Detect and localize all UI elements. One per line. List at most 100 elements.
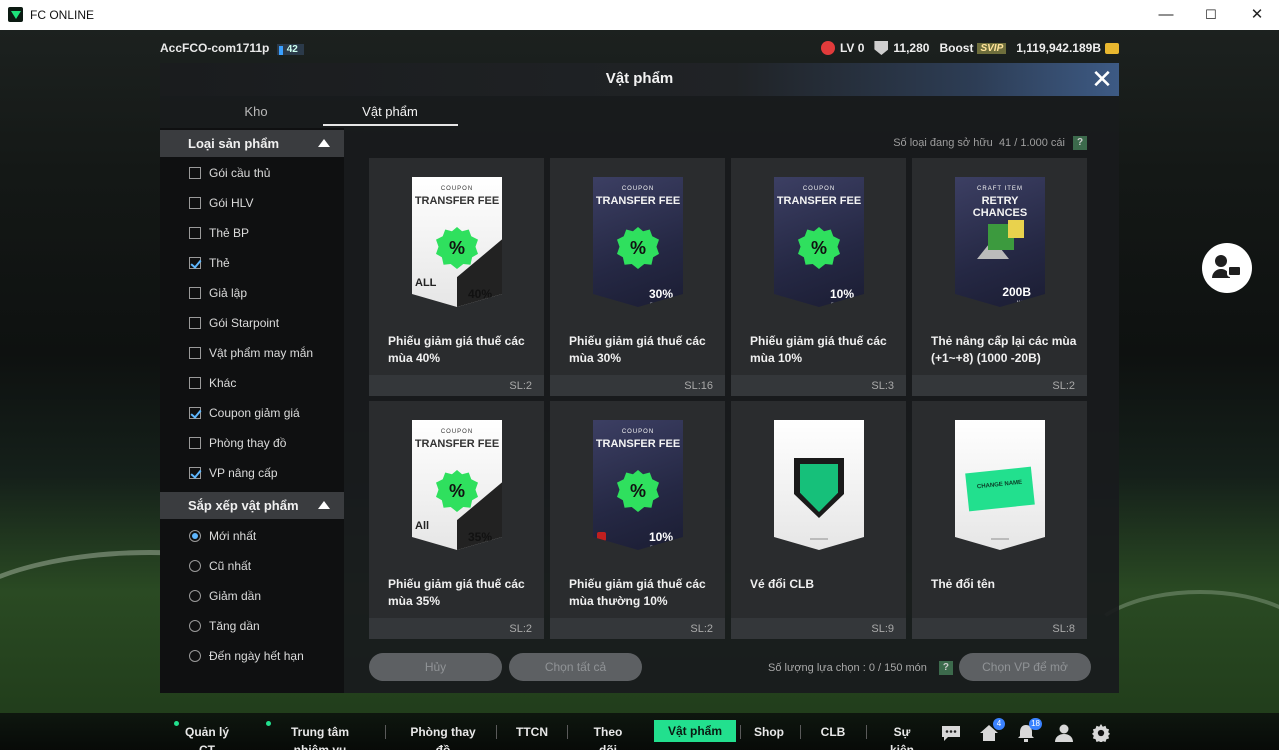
item-card[interactable]: COUPON TRANSFER FEE% ALL 40% BONUS Phiếu giảm… [369, 158, 544, 396]
item-quantity: SL:2 [369, 375, 544, 396]
nav-theo-doi[interactable]: Theo dõi [584, 723, 632, 750]
svip-badge: SVIP [977, 42, 1007, 54]
tab-kho[interactable]: Kho [189, 104, 323, 119]
coupon-badge-icon: % [436, 470, 478, 512]
nav-quan-ly-ct[interactable]: Quản lý CT [174, 721, 234, 750]
item-artwork: COUPON TRANSFER FEE% All 35% BONUS [412, 420, 502, 550]
owned-count: Số loại đang sở hữu 41 / 1.000 cái ? [893, 136, 1087, 150]
retry-icon [988, 220, 1024, 250]
help-icon[interactable]: ? [1073, 136, 1087, 150]
item-name: Thẻ nâng cấp lại các mùa (+1~+8) (1000 -… [931, 334, 1077, 365]
type-filter-header[interactable]: Loại sản phẩm [160, 130, 344, 157]
type-filter-option[interactable]: Thẻ [189, 255, 230, 271]
radio-button[interactable] [189, 620, 201, 632]
checkbox[interactable] [189, 287, 201, 299]
radio-button[interactable] [189, 530, 201, 542]
user-info: AccFCO-com1711p 42 [160, 41, 304, 55]
active-tab-indicator [323, 124, 458, 126]
checkbox[interactable] [189, 347, 201, 359]
coupon-badge-icon: % [436, 227, 478, 269]
chat-icon[interactable] [941, 724, 961, 742]
notification-bell-icon[interactable]: 18 [1016, 718, 1042, 742]
item-quantity: SL:2 [912, 375, 1087, 396]
checkbox[interactable] [189, 407, 201, 419]
boost-stat[interactable]: Boost SVIP [939, 41, 1007, 55]
dialog-close-button[interactable]: ✕ [1088, 66, 1116, 94]
tab-vat-pham[interactable]: Vật phẩm [323, 104, 457, 119]
type-filter-option[interactable]: VP nâng cấp [189, 465, 278, 481]
collapse-icon [318, 139, 330, 147]
item-name: Phiếu giảm giá thuế các mùa 30% [569, 334, 706, 365]
support-chat-button[interactable] [1202, 243, 1252, 293]
type-filter-option[interactable]: Gói HLV [189, 195, 253, 211]
checkbox[interactable] [189, 197, 201, 209]
item-card[interactable]: Vé đổi CLB SL:9 [731, 401, 906, 639]
type-filter-option[interactable]: Thẻ BP [189, 225, 249, 241]
item-artwork: COUPON TRANSFER FEE% 10% DISCOUNT [774, 177, 864, 307]
type-filter-option[interactable]: Vật phẩm may mắn [189, 345, 313, 361]
item-card[interactable]: COUPON TRANSFER FEE% All 35% BONUS Phiếu giảm… [369, 401, 544, 639]
nav-clb[interactable]: CLB [817, 723, 849, 741]
user-level-badge: 42 [276, 44, 304, 55]
sort-option[interactable]: Tăng dần [189, 618, 260, 634]
type-filter-option[interactable]: Gói cầu thủ [189, 165, 270, 181]
coupon-badge-icon: % [798, 227, 840, 269]
item-name: Phiếu giảm giá thuế các mùa 35% [388, 577, 525, 608]
checkbox[interactable] [189, 437, 201, 449]
item-card[interactable]: COUPON TRANSFER FEE% 10% DISCOUNT Phiếu giảm… [550, 401, 725, 639]
radio-button[interactable] [189, 650, 201, 662]
checkbox[interactable] [189, 377, 201, 389]
item-card[interactable]: CRAFT ITEM RETRY CHANCES 200B MAX Thẻ nâng c… [912, 158, 1087, 396]
nav-su-kien[interactable]: Sự kiện [880, 723, 924, 750]
item-name: Phiếu giảm giá thuế các mùa 40% [388, 334, 525, 365]
type-filter-option[interactable]: Giả lập [189, 285, 247, 301]
item-card[interactable]: COUPON TRANSFER FEE% 10% DISCOUNT Phiếu giảm… [731, 158, 906, 396]
home-icon[interactable]: 4 [979, 718, 1005, 742]
item-artwork: COUPON TRANSFER FEE% 30% DISCOUNT [593, 177, 683, 307]
notification-badge: 18 [1029, 718, 1042, 730]
type-filter-option[interactable]: Coupon giảm giá [189, 405, 300, 421]
sort-option[interactable]: Cũ nhất [189, 558, 251, 574]
checkbox[interactable] [189, 467, 201, 479]
nav-vat-pham[interactable]: Vật phẩm [654, 720, 737, 742]
checkbox[interactable] [189, 317, 201, 329]
minimize-button[interactable]: — [1154, 4, 1178, 26]
type-filter-option[interactable]: Khác [189, 375, 236, 391]
checkbox[interactable] [189, 227, 201, 239]
item-quantity: SL:8 [912, 618, 1087, 639]
nav-trung-tam-nhiem-vu[interactable]: Trung tâm nhiệm vụ [266, 721, 368, 750]
cancel-button[interactable]: Hủy [369, 653, 502, 681]
radio-button[interactable] [189, 590, 201, 602]
sort-option[interactable]: Giảm dần [189, 588, 261, 604]
type-filter-option[interactable]: Phòng thay đồ [189, 435, 286, 451]
maximize-button[interactable]: ☐ [1199, 4, 1223, 26]
select-all-button[interactable]: Chọn tất cả [509, 653, 642, 681]
restricted-icon [597, 532, 606, 541]
nav-ttcn[interactable]: TTCN [512, 723, 552, 741]
radio-button[interactable] [189, 560, 201, 572]
checkbox[interactable] [189, 257, 201, 269]
open-selected-button[interactable]: Chọn VP để mở [959, 653, 1091, 681]
nav-phong-thay-do[interactable]: Phòng thay đồ [403, 723, 483, 750]
help-icon[interactable]: ? [938, 661, 953, 675]
profile-icon[interactable] [1054, 724, 1074, 742]
level-stat[interactable]: LV 0 [820, 41, 864, 55]
item-card[interactable]: CHANGE NAME Thẻ đổi tên SL:8 [912, 401, 1087, 639]
item-quantity: SL:9 [731, 618, 906, 639]
settings-gear-icon[interactable] [1091, 724, 1111, 744]
item-quantity: SL:2 [369, 618, 544, 639]
sort-option[interactable]: Mới nhất [189, 528, 256, 544]
type-filter-option[interactable]: Gói Starpoint [189, 315, 279, 331]
nav-shop[interactable]: Shop [752, 723, 786, 741]
close-window-button[interactable]: ✕ [1245, 4, 1269, 26]
club-crest-icon [794, 458, 844, 518]
shield-stat[interactable]: 11,280 [874, 41, 929, 55]
collapse-icon [318, 501, 330, 509]
item-card[interactable]: COUPON TRANSFER FEE% 30% DISCOUNT Phiếu giảm… [550, 158, 725, 396]
sort-option[interactable]: Đến ngày hết hạn [189, 648, 304, 664]
sort-header[interactable]: Sắp xếp vật phẩm [160, 492, 344, 519]
name-change-ticket-icon: CHANGE NAME [965, 466, 1035, 512]
checkbox[interactable] [189, 167, 201, 179]
item-artwork: CHANGE NAME [955, 420, 1045, 550]
currency-stat[interactable]: 1,119,942.189B [1016, 41, 1119, 55]
